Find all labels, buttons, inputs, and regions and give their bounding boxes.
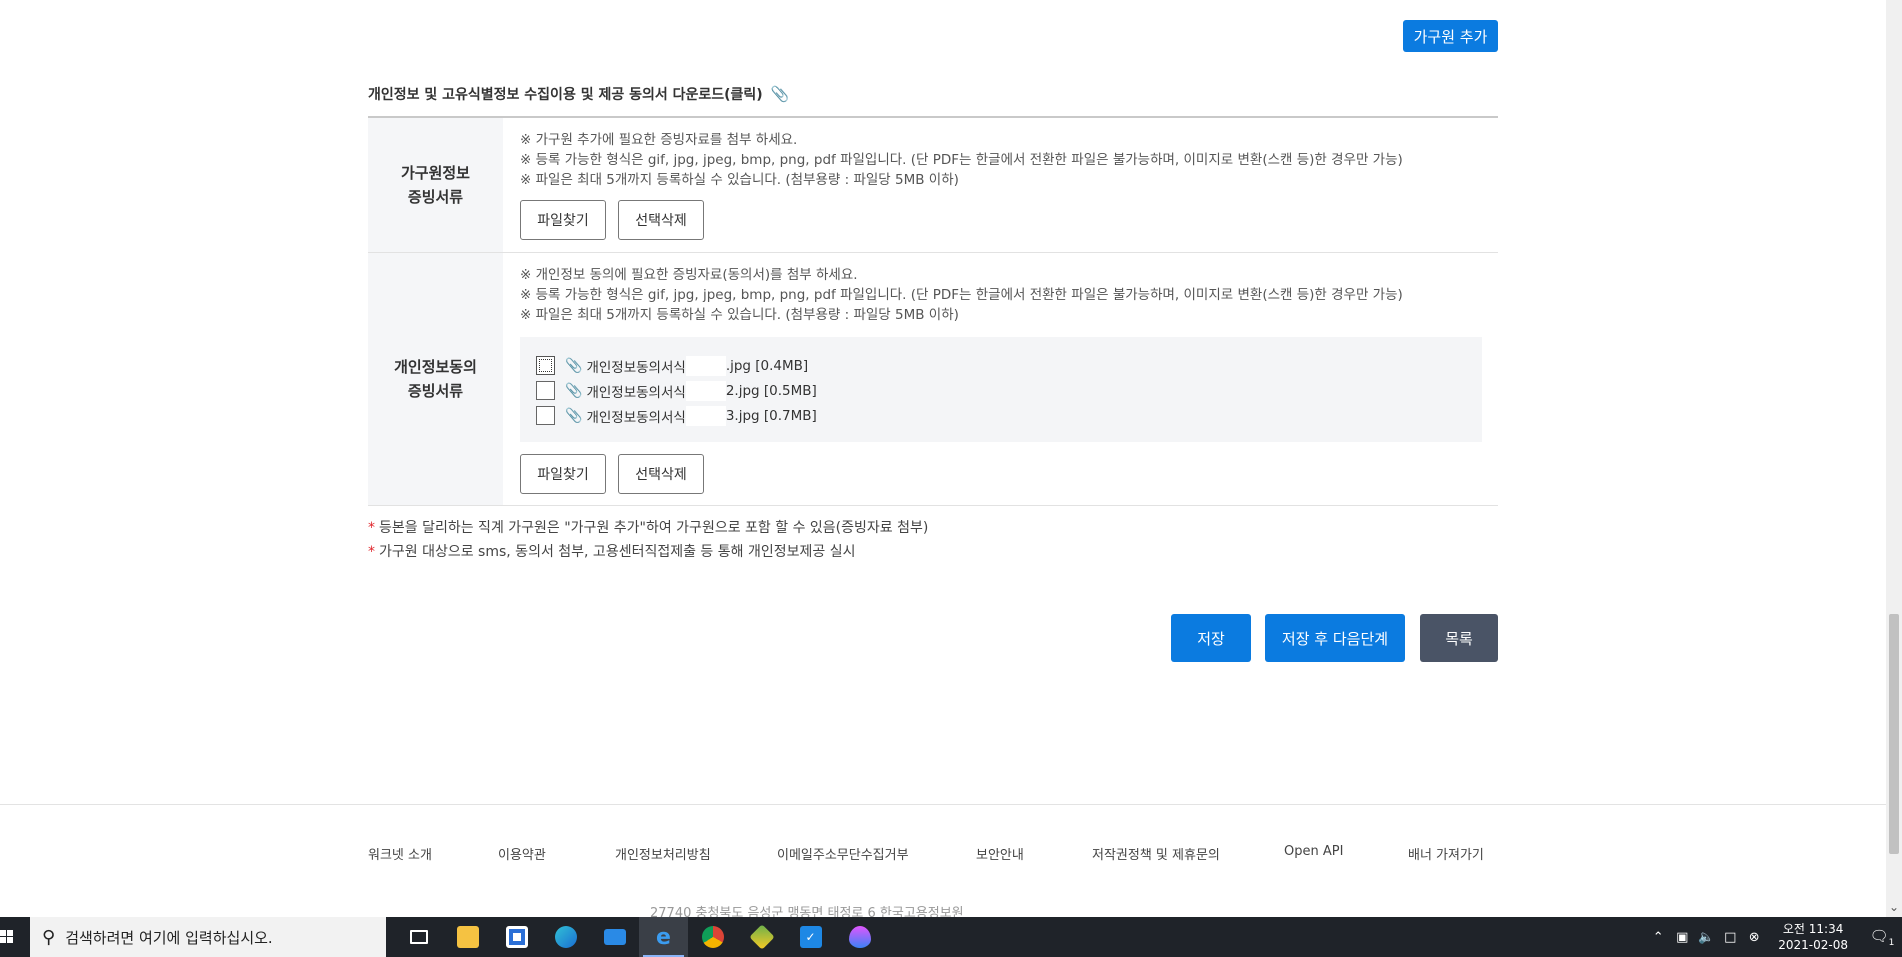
find-file-button[interactable]: 파일찾기	[520, 454, 606, 494]
note-text: ※ 등록 가능한 형식은 gif, jpg, jpeg, bmp, png, p…	[520, 152, 1403, 168]
chrome-icon[interactable]	[688, 917, 737, 957]
list-button[interactable]: 목록	[1420, 614, 1498, 662]
privacy-evidence-body: ※ 개인정보 동의에 필요한 증빙자료(동의서)를 첨부 하세요. ※ 등록 가…	[503, 253, 1498, 505]
file-suffix[interactable]: 3.jpg [0.7MB]	[726, 408, 817, 424]
find-file-button[interactable]: 파일찾기	[520, 200, 606, 240]
privacy-evidence-heading: 개인정보동의 증빙서류	[368, 253, 503, 505]
note-text: ※ 파일은 최대 5개까지 등록하실 수 있습니다. (첨부용량 : 파일당 5…	[520, 172, 959, 188]
footer-link[interactable]: 이용약관	[498, 844, 546, 863]
windows-start-icon[interactable]	[0, 917, 18, 957]
save-next-button[interactable]: 저장 후 다음단계	[1265, 614, 1405, 662]
system-tray: ⌃ ▣ 🔈 □ ⊗ 오전 11:34 2021-02-08 🗨1	[1646, 917, 1902, 957]
footer-links: 워크넷 소개 이용약관 개인정보처리방침 이메일주소무단수집거부 보안안내 저작…	[0, 844, 1886, 864]
search-icon: ⚲	[42, 926, 56, 948]
attached-file-list: 📎 개인정보동의서식 .jpg [0.4MB] 📎 개인정보동의서식 2.jpg…	[520, 337, 1482, 442]
note-text: ※ 가구원 추가에 필요한 증빙자료를 첨부 하세요.	[520, 132, 798, 148]
note-text: ※ 등록 가능한 형식은 gif, jpg, jpeg, bmp, png, p…	[520, 287, 1403, 303]
note-text: ※ 파일은 최대 5개까지 등록하실 수 있습니다. (첨부용량 : 파일당 5…	[520, 307, 959, 323]
footnote-item: * 등본을 달리하는 직계 가구원은 "가구원 추가"하여 가구원으로 포함 할 …	[368, 516, 928, 540]
vertical-scrollbar[interactable]: ⌄	[1886, 0, 1902, 917]
list-item: 📎 개인정보동의서식 3.jpg [0.7MB]	[536, 403, 1466, 428]
required-star-icon: *	[368, 520, 375, 536]
heading-line: 증빙서류	[407, 382, 464, 400]
redacted-block	[685, 355, 726, 376]
windows-taskbar: ⚲ 검색하려면 여기에 입력하십시오. e ✓ ⌃ ▣ 🔈 □ ⊗ 오전 11:…	[0, 917, 1902, 957]
privacy-evidence-row: 개인정보동의 증빙서류 ※ 개인정보 동의에 필요한 증빙자료(동의서)를 첨부…	[368, 253, 1498, 506]
footer-address: 27740 충청북도 음성군 맹동면 태정로 6 한국고용정보원	[650, 906, 964, 917]
search-placeholder: 검색하려면 여기에 입력하십시오.	[65, 928, 273, 947]
file-name[interactable]: 개인정보동의서식	[586, 356, 685, 376]
network-icon[interactable]: □	[1718, 930, 1742, 945]
scrollbar-thumb[interactable]	[1889, 614, 1899, 854]
file-buttons: 파일찾기 선택삭제	[520, 200, 1482, 240]
footer-divider	[0, 804, 1886, 805]
consent-download-link[interactable]: 개인정보 및 고유식별정보 수집이용 및 제공 동의서 다운로드(클릭) 📎	[368, 84, 789, 104]
task-view-icon[interactable]	[394, 917, 443, 957]
heading-line: 개인정보동의	[394, 358, 477, 376]
taskbar-search-input[interactable]: ⚲ 검색하려면 여기에 입력하십시오.	[30, 917, 386, 957]
redacted-block	[685, 405, 726, 426]
paperclip-icon[interactable]: 📎	[771, 85, 790, 103]
file-checkbox[interactable]	[536, 406, 555, 425]
page-content: 가구원 추가 개인정보 및 고유식별정보 수집이용 및 제공 동의서 다운로드(…	[0, 0, 1902, 917]
taskbar-clock[interactable]: 오전 11:34 2021-02-08	[1778, 921, 1848, 953]
footer-link[interactable]: 개인정보처리방침	[615, 844, 711, 863]
footnotes: * 등본을 달리하는 직계 가구원은 "가구원 추가"하여 가구원으로 포함 할 …	[368, 516, 928, 564]
taskbar-apps: e ✓	[394, 917, 884, 957]
notification-count: 1	[1888, 937, 1895, 948]
footer-link[interactable]: 보안안내	[976, 844, 1024, 863]
file-suffix[interactable]: .jpg [0.4MB]	[726, 358, 808, 374]
note-text: ※ 개인정보 동의에 필요한 증빙자료(동의서)를 첨부 하세요.	[520, 267, 858, 283]
close-circle-icon[interactable]: ⊗	[1742, 930, 1766, 945]
footer-link[interactable]: 배너 가져가기	[1408, 844, 1484, 863]
required-star-icon: *	[368, 544, 375, 560]
save-button[interactable]: 저장	[1171, 614, 1251, 662]
app-icon[interactable]	[737, 917, 786, 957]
delete-selected-button[interactable]: 선택삭제	[618, 454, 704, 494]
footnote-text: 등본을 달리하는 직계 가구원은 "가구원 추가"하여 가구원으로 포함 할 수…	[379, 520, 929, 536]
heading-line: 가구원정보	[400, 164, 470, 182]
footer-link[interactable]: Open API	[1284, 844, 1343, 859]
footer-link[interactable]: 워크넷 소개	[368, 844, 432, 863]
evidence-form-table: 가구원정보 증빙서류 ※ 가구원 추가에 필요한 증빙자료를 첨부 하세요. ※…	[368, 116, 1498, 506]
file-name[interactable]: 개인정보동의서식	[586, 406, 685, 426]
file-name[interactable]: 개인정보동의서식	[586, 381, 685, 401]
store-icon[interactable]	[492, 917, 541, 957]
notification-icon[interactable]: 🗨1	[1862, 927, 1902, 948]
paperclip-icon: 📎	[565, 407, 583, 424]
app-blue-icon[interactable]: ✓	[786, 917, 835, 957]
file-buttons: 파일찾기 선택삭제	[520, 454, 1482, 494]
footnote-item: * 가구원 대상으로 sms, 동의서 첨부, 고용센터직접제출 등 통해 개인정…	[368, 540, 928, 564]
add-member-button[interactable]: 가구원 추가	[1403, 20, 1498, 52]
clock-date: 2021-02-08	[1778, 938, 1848, 952]
volume-icon[interactable]: 🔈	[1694, 930, 1718, 945]
footer-link[interactable]: 저작권정책 및 제휴문의	[1092, 844, 1220, 863]
household-evidence-body: ※ 가구원 추가에 필요한 증빙자료를 첨부 하세요. ※ 등록 가능한 형식은…	[503, 118, 1498, 252]
delete-selected-button[interactable]: 선택삭제	[618, 200, 704, 240]
redacted-block	[685, 380, 726, 401]
household-evidence-heading: 가구원정보 증빙서류	[368, 118, 503, 252]
meet-now-icon[interactable]: ▣	[1670, 930, 1694, 945]
clock-time: 오전 11:34	[1782, 922, 1844, 936]
footer-link[interactable]: 이메일주소무단수집거부	[777, 844, 909, 863]
edge-icon[interactable]	[541, 917, 590, 957]
list-item: 📎 개인정보동의서식 2.jpg [0.5MB]	[536, 378, 1466, 403]
file-checkbox[interactable]	[536, 356, 555, 375]
list-item: 📎 개인정보동의서식 .jpg [0.4MB]	[536, 353, 1466, 378]
file-suffix[interactable]: 2.jpg [0.5MB]	[726, 383, 817, 399]
internet-explorer-icon[interactable]: e	[639, 917, 688, 957]
footnote-text: 가구원 대상으로 sms, 동의서 첨부, 고용센터직접제출 등 통해 개인정보…	[379, 544, 856, 560]
app-drop-icon[interactable]	[835, 917, 884, 957]
heading-line: 증빙서류	[407, 188, 464, 206]
consent-download-label[interactable]: 개인정보 및 고유식별정보 수집이용 및 제공 동의서 다운로드(클릭)	[368, 84, 763, 104]
household-evidence-row: 가구원정보 증빙서류 ※ 가구원 추가에 필요한 증빙자료를 첨부 하세요. ※…	[368, 118, 1498, 253]
paperclip-icon: 📎	[565, 357, 583, 374]
file-checkbox[interactable]	[536, 381, 555, 400]
chevron-down-icon[interactable]: ⌄	[1886, 897, 1902, 917]
paperclip-icon: 📎	[565, 382, 583, 399]
mail-icon[interactable]	[590, 917, 639, 957]
chevron-up-icon[interactable]: ⌃	[1646, 930, 1670, 945]
file-explorer-icon[interactable]	[443, 917, 492, 957]
